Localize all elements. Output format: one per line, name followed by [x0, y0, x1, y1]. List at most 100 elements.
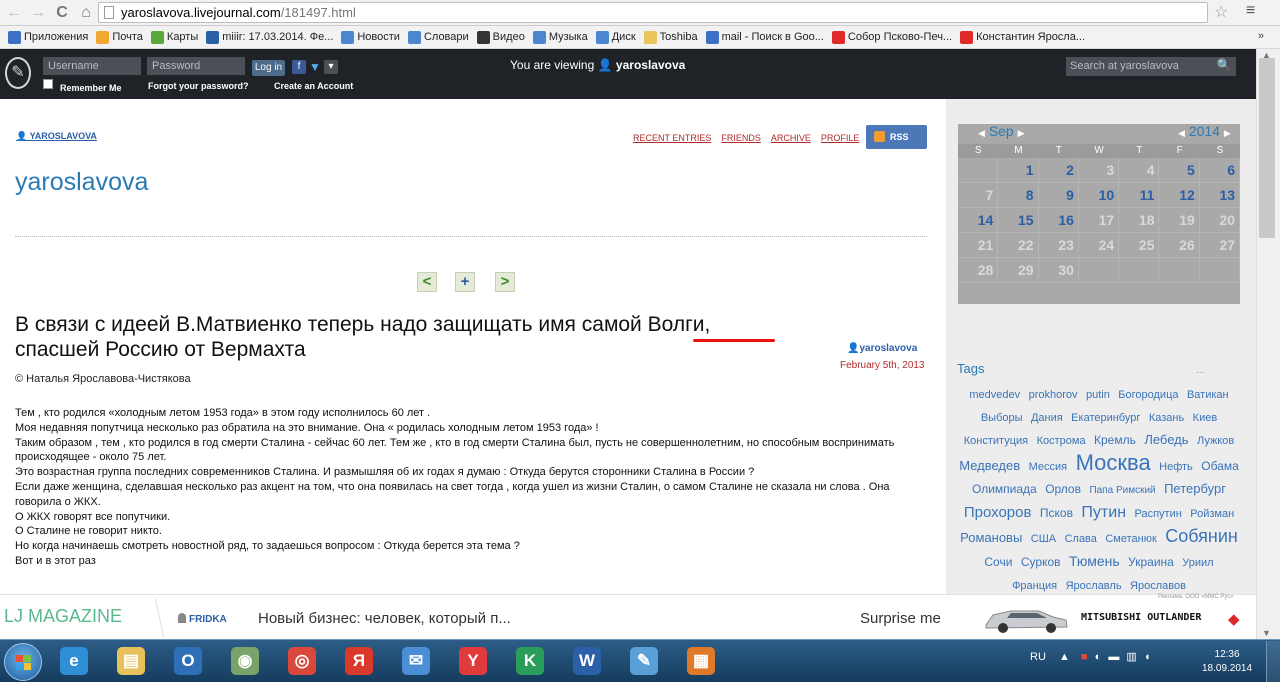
tag-link[interactable]: Уриил	[1182, 557, 1213, 569]
taskbar-app-media[interactable]: ◉	[219, 642, 271, 680]
url-field[interactable]: yaroslavova.livejournal.com/181497.html	[98, 2, 1208, 23]
tag-link[interactable]: putin	[1086, 389, 1110, 401]
tag-link[interactable]: Ярославль	[1066, 580, 1122, 592]
bookmark-item[interactable]: Почта	[96, 30, 143, 44]
tag-link[interactable]: Ярославов	[1130, 580, 1186, 592]
post-author[interactable]: 👤yaroslavova	[847, 343, 917, 354]
password-input[interactable]: Password	[147, 57, 245, 75]
journal-title[interactable]: yaroslavova	[15, 168, 148, 197]
nav-recent-entries[interactable]: RECENT ENTRIES	[633, 133, 711, 143]
start-button-icon[interactable]	[4, 643, 42, 681]
taskbar-app-paint[interactable]: ✎	[618, 642, 670, 680]
tag-link[interactable]: Романовы	[960, 530, 1022, 545]
calendar-day[interactable]: 6	[1199, 158, 1241, 183]
tag-link[interactable]: Кремль	[1094, 433, 1136, 447]
nav-archive[interactable]: ARCHIVE	[771, 133, 811, 143]
bookmark-item[interactable]: Словари	[407, 30, 469, 44]
calendar-day[interactable]: 16	[1038, 208, 1079, 233]
magazine-author[interactable]: FRIDKA	[178, 613, 227, 625]
calendar-day[interactable]: 11	[1119, 183, 1160, 208]
bookmark-item[interactable]: Диск	[595, 30, 636, 44]
language-indicator[interactable]: RU	[1030, 651, 1046, 663]
tag-link[interactable]: Нефть	[1159, 461, 1193, 473]
tag-link[interactable]: Кострома	[1037, 435, 1086, 447]
bookmark-item[interactable]: Собор Псково-Печ...	[831, 30, 952, 44]
bookmark-item[interactable]: mail - Поиск в Goo...	[705, 30, 824, 44]
previous-entry-icon[interactable]: <	[417, 272, 437, 292]
tag-link[interactable]: Ватикан	[1187, 389, 1229, 401]
tag-link[interactable]: Тюмень	[1069, 553, 1120, 569]
tag-link[interactable]: Лебедь	[1144, 432, 1188, 447]
year-label[interactable]: 2014	[1189, 123, 1220, 139]
tag-link[interactable]: Франция	[1012, 580, 1057, 592]
tag-link[interactable]: Слава	[1065, 533, 1097, 545]
tray-battery-icon[interactable]: ▬	[1108, 651, 1119, 663]
calendar-day[interactable]: 1	[998, 158, 1039, 183]
username-input[interactable]: Username	[43, 57, 141, 75]
tag-link[interactable]: Лужков	[1197, 435, 1234, 447]
calendar-day[interactable]: 10	[1078, 183, 1120, 208]
tag-link[interactable]: Дания	[1031, 412, 1063, 424]
calendar-day[interactable]: 12	[1159, 183, 1200, 208]
taskbar-app-yandex[interactable]: Я	[333, 642, 385, 680]
back-icon[interactable]: ←	[4, 4, 24, 22]
tag-link[interactable]: Мессия	[1029, 461, 1068, 473]
bookmark-item[interactable]: Константин Яросла...	[960, 30, 1085, 44]
bookmark-item[interactable]: Музыка	[532, 30, 588, 44]
tag-link[interactable]: Сметанюк	[1105, 533, 1156, 545]
prev-year-icon[interactable]: ◀	[1178, 128, 1185, 138]
home-icon[interactable]: ⌂	[76, 4, 96, 22]
bookmark-item[interactable]: Toshiba	[643, 30, 698, 44]
journal-search-input[interactable]: Search at yaroslavova	[1066, 57, 1236, 76]
taskbar-app-explorer[interactable]: ▤	[105, 642, 157, 680]
tag-link[interactable]: Петербург	[1164, 481, 1226, 496]
tag-link[interactable]: Орлов	[1045, 482, 1081, 496]
tag-link[interactable]: medvedev	[969, 389, 1020, 401]
twitter-icon[interactable]: ▼	[308, 60, 322, 74]
month-label[interactable]: Sep	[989, 123, 1014, 139]
tag-link[interactable]: США	[1031, 533, 1056, 545]
bookmark-item[interactable]: miiir: 17.03.2014. Фе...	[206, 30, 333, 44]
reload-icon[interactable]: C	[52, 4, 72, 22]
taskbar-app-kaspersky[interactable]: K	[504, 642, 556, 680]
viewing-user[interactable]: yaroslavova	[616, 58, 685, 72]
taskbar-app-chrome[interactable]: ◎	[276, 642, 328, 680]
tags-more[interactable]: ...	[1196, 365, 1204, 376]
tag-link[interactable]: Собянин	[1165, 526, 1238, 546]
journal-user-link[interactable]: 👤 YAROSLAVOVA	[16, 131, 97, 142]
forward-icon[interactable]: →	[28, 4, 48, 22]
add-memory-icon[interactable]: +	[455, 272, 475, 292]
surprise-me-link[interactable]: Surprise me	[860, 610, 941, 627]
tray-network-icon[interactable]: ▥	[1126, 651, 1136, 663]
show-desktop-button[interactable]	[1266, 641, 1280, 682]
calendar-day[interactable]: 13	[1199, 183, 1241, 208]
bookmark-item[interactable]: Видео	[476, 30, 525, 44]
tag-link[interactable]: Конституция	[964, 435, 1028, 447]
remember-me-checkbox[interactable]	[43, 79, 53, 89]
magazine-teaser[interactable]: Новый бизнес: человек, который п...	[258, 610, 511, 627]
tag-link[interactable]: Путин	[1081, 504, 1126, 521]
taskbar-app-outlook[interactable]: O	[162, 642, 214, 680]
tag-link[interactable]: Казань	[1149, 412, 1184, 424]
next-year-icon[interactable]: ▶	[1224, 128, 1231, 138]
nav-profile[interactable]: PROFILE	[821, 133, 860, 143]
tag-link[interactable]: Киев	[1193, 412, 1218, 424]
create-account-link[interactable]: Create an Account	[274, 81, 353, 91]
ad-text[interactable]: MITSUBISHI OUTLANDER	[1081, 612, 1201, 623]
search-icon[interactable]: 🔍	[1214, 58, 1234, 75]
login-button[interactable]: Log in	[252, 60, 285, 76]
tag-link[interactable]: Псков	[1040, 506, 1073, 520]
mitsubishi-logo-icon[interactable]: ◆	[1228, 610, 1240, 628]
calendar-day[interactable]: 8	[998, 183, 1039, 208]
tag-link[interactable]: Ройзман	[1190, 508, 1234, 520]
tag-link[interactable]: Распутин	[1134, 508, 1181, 520]
tray-arrow-icon[interactable]: ▲	[1059, 651, 1070, 663]
scrollbar-thumb[interactable]	[1259, 58, 1275, 238]
tag-link[interactable]: Сурков	[1021, 555, 1061, 569]
lj-logo-icon[interactable]: ✎	[5, 57, 31, 89]
menu-icon[interactable]: ≡	[1246, 2, 1255, 20]
rss-button[interactable]: RSS	[866, 125, 927, 149]
next-entry-icon[interactable]: >	[495, 272, 515, 292]
bookmark-star-icon[interactable]: ☆	[1214, 2, 1228, 22]
tag-link[interactable]: Украина	[1128, 555, 1174, 569]
